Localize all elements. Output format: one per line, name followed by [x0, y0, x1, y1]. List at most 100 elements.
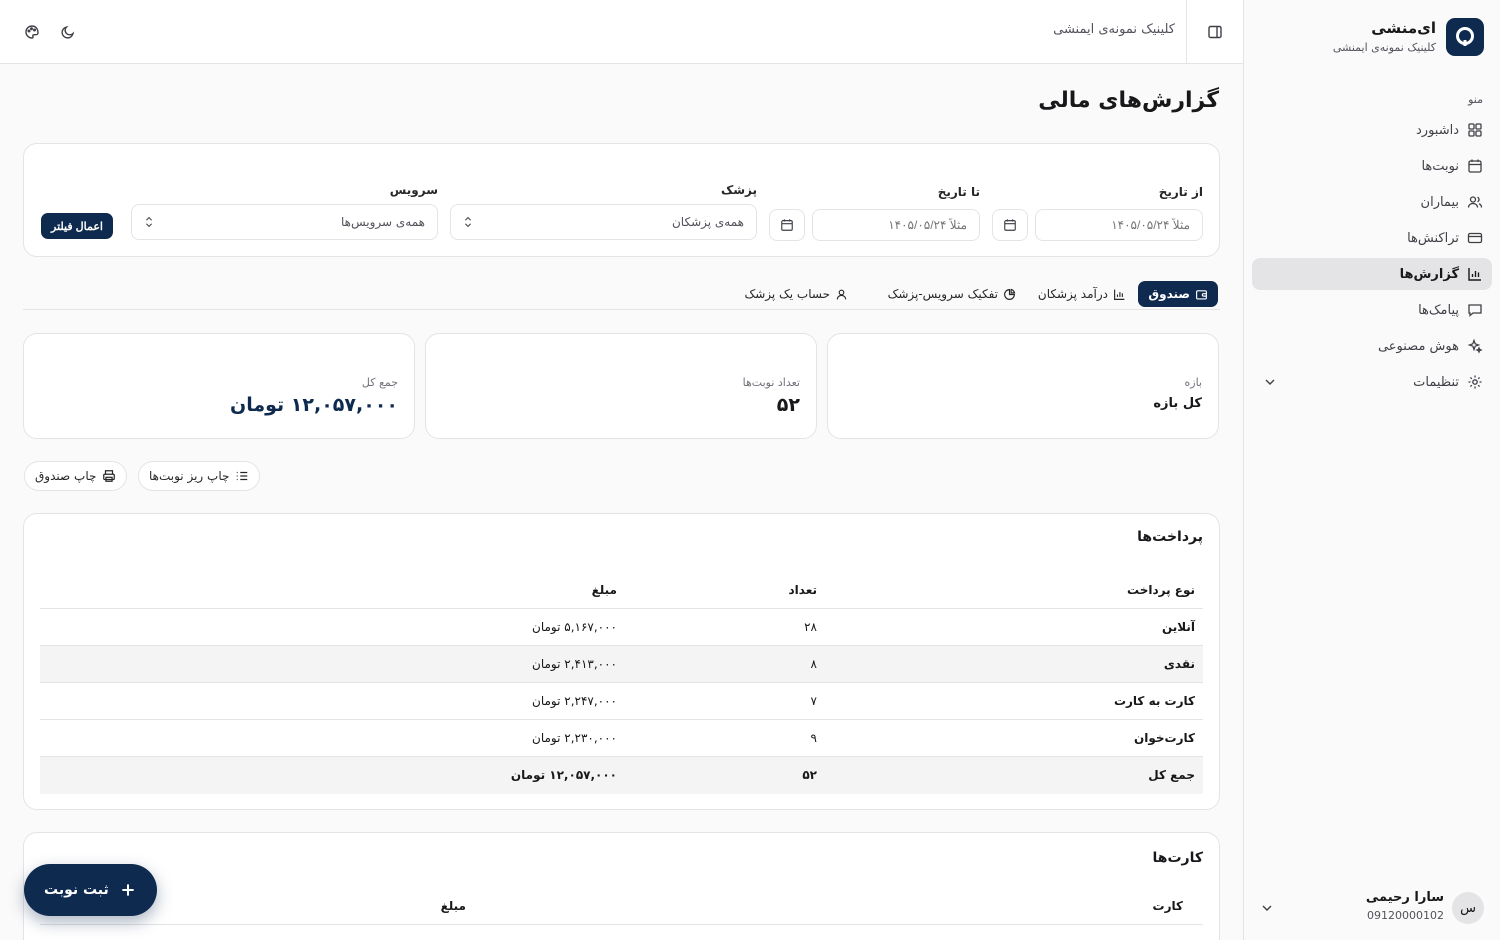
from-date-label: از تاریخ	[1158, 185, 1203, 199]
top-clinic-name: کلینیک نمونه‌ی ایمنشی	[1053, 22, 1175, 37]
cell-amount: ۱۲,۰۵۷,۰۰۰ تومان	[510, 768, 617, 782]
top-divider	[1186, 0, 1187, 64]
brand-clinic: کلینیک نمونه‌ی ایمنشی	[1332, 41, 1436, 54]
sidebar-item-sms[interactable]: پیامک‌ها	[1252, 294, 1492, 326]
cell-count: ۲۸	[804, 620, 817, 634]
stat-range: بازه کل بازه	[827, 333, 1219, 439]
table-total-row: جمع کل ۵۲ ۱۲,۰۵۷,۰۰۰ تومان	[40, 757, 1203, 794]
sidebar-item-reports[interactable]: گزارش‌ها	[1252, 258, 1492, 290]
cell-count: ۵۲	[802, 768, 817, 782]
bar-chart-icon	[1114, 289, 1125, 300]
stat-label: بازه	[1184, 376, 1203, 389]
list-icon	[237, 471, 248, 481]
sidebar-item-label: تراکنش‌ها	[1407, 230, 1459, 246]
tab-label: تفکیک سرویس-پزشک	[887, 287, 998, 301]
sidebar-item-dashboard[interactable]: داشبورد	[1252, 114, 1492, 146]
cell-count: ۷	[810, 694, 817, 708]
user-icon	[836, 289, 847, 299]
sidebar-item-settings[interactable]: تنظیمات	[1252, 366, 1492, 398]
new-appointment-button[interactable]: ثبت نوبت	[24, 864, 157, 916]
chevrons-up-down-icon	[464, 216, 472, 228]
col-count-header: تعداد	[788, 583, 817, 597]
tab-service-doctor[interactable]: تفکیک سرویس-پزشک	[878, 281, 1026, 307]
theme-toggle-button[interactable]	[56, 20, 80, 44]
doctor-select[interactable]: همه‌ی پزشکان	[450, 204, 757, 240]
menu-label: منو	[1468, 93, 1483, 106]
plus-icon	[122, 884, 134, 896]
tab-single-doctor[interactable]: حساب یک پزشک	[734, 281, 858, 307]
stat-appointments: تعداد نوبت‌ها ۵۲	[425, 333, 817, 439]
stat-label: تعداد نوبت‌ها	[742, 376, 800, 389]
printer-icon	[103, 470, 116, 482]
service-select[interactable]: همه‌ی سرویس‌ها	[131, 204, 438, 240]
print-detail-button[interactable]: چاپ ریز نوبت‌ها	[138, 461, 261, 491]
doctor-select-value: همه‌ی پزشکان	[671, 215, 744, 229]
sidebar-item-appointments[interactable]: نوبت‌ها	[1252, 150, 1492, 182]
print-cashbox-label: چاپ صندوق	[35, 469, 97, 483]
cards-card: کارت‌ها کارت مبلغ	[23, 832, 1220, 940]
payments-table: نوع پرداخت تعداد مبلغ آنلاین ۲۸ ۵,۱۶۷,۰۰…	[40, 572, 1203, 794]
palette-icon	[25, 25, 39, 39]
sidebar-toggle-button[interactable]	[1201, 18, 1229, 46]
payments-card: پرداخت‌ها نوع پرداخت تعداد مبلغ آنلاین ۲…	[23, 513, 1220, 810]
brand-logo	[1446, 18, 1484, 56]
page-title: گزارش‌های مالی	[1038, 88, 1219, 113]
pie-chart-icon	[1004, 288, 1016, 300]
credit-card-icon	[1467, 232, 1483, 244]
from-date-calendar-button[interactable]	[992, 209, 1028, 241]
cell-amount: ۲,۴۱۳,۰۰۰ تومان	[532, 657, 617, 671]
apply-filter-button[interactable]: اعمال فیلتر	[41, 213, 113, 239]
col-type-header: نوع پرداخت	[1127, 583, 1195, 597]
sidebar-item-label: هوش مصنوعی	[1377, 338, 1459, 354]
avatar: س	[1452, 892, 1484, 924]
tab-label: حساب یک پزشک	[744, 287, 830, 301]
cell-count: ۹	[810, 731, 817, 745]
sidebar-item-patients[interactable]: بیماران	[1252, 186, 1492, 218]
sidebar-item-label: نوبت‌ها	[1421, 158, 1459, 174]
cell-type: جمع کل	[1148, 768, 1195, 782]
calendar-icon	[781, 219, 793, 231]
chevron-down-icon	[1265, 379, 1275, 385]
to-date-input[interactable]	[812, 209, 980, 241]
cell-type: کارت‌خوان	[1134, 731, 1195, 745]
doctor-label: پزشک	[720, 183, 757, 197]
table-header: نوع پرداخت تعداد مبلغ	[40, 572, 1203, 609]
to-date-calendar-button[interactable]	[769, 209, 805, 241]
cards-table: کارت مبلغ	[40, 888, 1203, 925]
sidebar-item-transactions[interactable]: تراکنش‌ها	[1252, 222, 1492, 254]
chevrons-up-down-icon	[145, 216, 153, 228]
sidebar-item-label: گزارش‌ها	[1399, 266, 1459, 282]
sparkles-icon	[1467, 338, 1483, 354]
main-content: گزارش‌های مالی از تاریخ تا تاریخ پزشک هم…	[0, 64, 1243, 940]
stat-label: جمع کل	[361, 376, 398, 389]
sidebar-toggle-icon	[1208, 25, 1222, 39]
sidebar-item-ai[interactable]: هوش مصنوعی	[1252, 330, 1492, 362]
cell-type: آنلاین	[1161, 620, 1195, 634]
tab-cashbox[interactable]: صندوق	[1138, 281, 1218, 307]
from-date-input[interactable]	[1035, 209, 1203, 241]
sidebar-item-label: تنظیمات	[1413, 374, 1459, 390]
calendar-icon	[1004, 219, 1016, 231]
moon-icon	[61, 25, 75, 39]
user-menu[interactable]: س سارا رحیمی 09120000102	[1259, 888, 1484, 928]
service-label: سرویس	[389, 183, 438, 197]
user-phone: 09120000102	[1367, 909, 1444, 922]
table-row: کارت به کارت ۷ ۲,۲۴۷,۰۰۰ تومان	[40, 683, 1203, 720]
print-detail-label: چاپ ریز نوبت‌ها	[149, 469, 230, 483]
print-cashbox-button[interactable]: چاپ صندوق	[24, 461, 128, 491]
tab-doctor-income[interactable]: درآمد پزشکان	[1028, 281, 1136, 307]
cell-amount: ۲,۲۳۰,۰۰۰ تومان	[532, 731, 617, 745]
cards-title: کارت‌ها	[1152, 850, 1204, 866]
cell-count: ۸	[810, 657, 817, 671]
tab-label: درآمد پزشکان	[1037, 287, 1108, 301]
palette-button[interactable]	[20, 20, 44, 44]
bar-chart-icon	[1468, 268, 1481, 281]
calendar-icon	[1468, 159, 1482, 173]
col-amount-header: مبلغ	[440, 899, 466, 913]
cell-type: کارت به کارت	[1113, 694, 1195, 708]
col-amount-header: مبلغ	[591, 583, 617, 597]
table-row: کارت‌خوان ۹ ۲,۲۳۰,۰۰۰ تومان	[40, 720, 1203, 757]
cell-amount: ۲,۲۴۷,۰۰۰ تومان	[532, 694, 617, 708]
top-bar: کلینیک نمونه‌ی ایمنشی	[0, 0, 1243, 64]
wallet-icon	[1196, 289, 1207, 300]
